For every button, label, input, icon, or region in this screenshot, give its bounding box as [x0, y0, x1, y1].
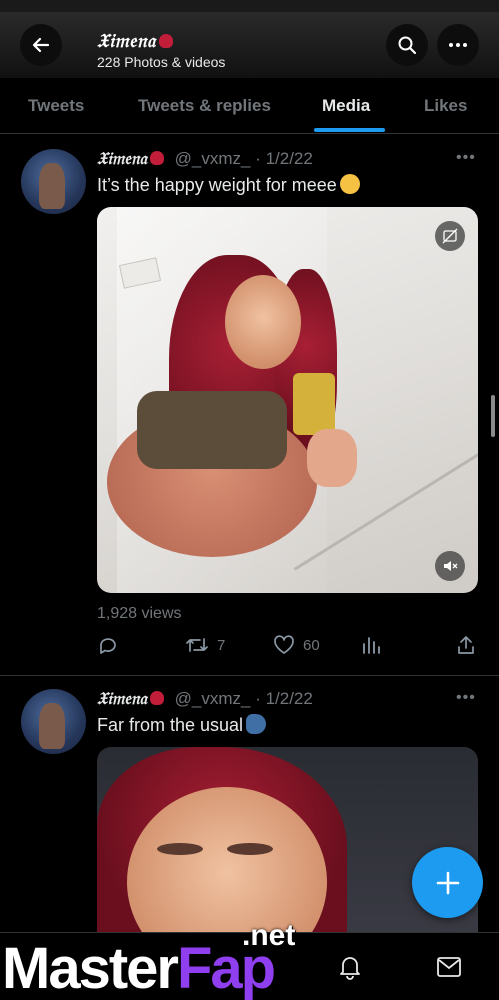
like-button[interactable]: 60 — [273, 635, 320, 655]
tweet-more-button[interactable]: ••• — [456, 689, 476, 707]
phone — [293, 373, 335, 435]
tweet-text: It’s the happy weight for meee — [97, 174, 360, 196]
retweet-button[interactable]: 7 — [185, 635, 225, 655]
bell-icon — [340, 957, 360, 980]
anatomical-heart-emoji-icon — [158, 34, 173, 48]
mute-button[interactable] — [435, 551, 465, 581]
speaking-head-emoji-icon — [246, 714, 267, 734]
tweet-handle[interactable]: @_vxmz_ — [175, 149, 251, 168]
tab-tweets-replies[interactable]: Tweets & replies — [138, 96, 271, 116]
like-icon — [274, 635, 294, 654]
tweet-video[interactable] — [97, 207, 478, 593]
tweet-video[interactable] — [97, 747, 478, 947]
plus-icon — [436, 871, 459, 894]
tab-tweets[interactable]: Tweets — [28, 96, 84, 116]
header-title-block: 𝔛𝔦𝔪𝔢𝔫𝔞 228 Photos & videos — [97, 30, 225, 70]
tab-likes[interactable]: Likes — [424, 96, 467, 116]
retweet-count: 7 — [217, 636, 226, 654]
search-button[interactable] — [386, 24, 428, 66]
like-count: 60 — [303, 636, 320, 654]
eye-right — [227, 843, 273, 855]
tweet-more-button[interactable]: ••• — [456, 149, 476, 167]
anatomical-heart-emoji-icon — [149, 151, 164, 165]
status-bar — [0, 0, 499, 12]
pleading-face-emoji-icon — [339, 174, 360, 194]
analytics-icon — [363, 637, 380, 654]
back-arrow-icon — [32, 37, 50, 53]
top-garment — [137, 391, 287, 469]
compose-tweet-button[interactable] — [412, 847, 483, 918]
header-subtitle: 228 Photos & videos — [97, 54, 226, 70]
profile-header: 𝔛𝔦𝔪𝔢𝔫𝔞 228 Photos & videos — [0, 12, 499, 78]
share-icon — [458, 636, 474, 654]
header-name: 𝔛𝔦𝔪𝔢𝔫𝔞 — [97, 30, 225, 52]
reply-button[interactable] — [97, 635, 119, 657]
avatar[interactable] — [21, 149, 86, 214]
view-count: 1,928 views — [97, 605, 182, 622]
tweet-header: 𝔛𝔦𝔪𝔢𝔫𝔞 @_vxmz_ · 1/2/22 — [97, 149, 313, 169]
back-button[interactable] — [20, 24, 62, 66]
eye-left — [157, 843, 203, 855]
scrollbar[interactable] — [491, 395, 495, 437]
profile-tabs: Tweets Tweets & replies Media Likes — [0, 78, 499, 134]
tab-media[interactable]: Media — [322, 96, 370, 116]
tweet-text-content: It’s the happy weight for meee — [97, 175, 337, 195]
messages-tab[interactable] — [435, 953, 463, 981]
tweet-author-name[interactable]: 𝔛𝔦𝔪𝔢𝔫𝔞 — [97, 149, 147, 169]
anatomical-heart-emoji-icon — [149, 691, 164, 705]
search-icon — [398, 36, 417, 55]
tweet-1[interactable]: 𝔛𝔦𝔪𝔢𝔫𝔞 @_vxmz_ · 1/2/22 ••• It’s the hap… — [0, 135, 499, 675]
analytics-button[interactable] — [361, 635, 381, 655]
notifications-tab[interactable] — [336, 953, 364, 981]
hand — [307, 429, 357, 487]
more-options-button[interactable] — [437, 24, 479, 66]
face — [225, 275, 301, 369]
sensitive-media-icon — [442, 228, 458, 244]
more-icon — [449, 43, 467, 47]
tweet-handle[interactable]: @_vxmz_ — [175, 689, 251, 708]
tweet-text-content: Far from the usual — [97, 715, 244, 735]
retweet-icon — [186, 638, 208, 652]
share-button[interactable] — [456, 635, 476, 655]
mute-icon — [444, 561, 458, 571]
tweet-text: Far from the usual — [97, 714, 267, 736]
sensitive-media-button[interactable] — [435, 221, 465, 251]
bottom-navigation — [0, 932, 499, 1000]
active-tab-indicator — [314, 128, 385, 132]
tweet-author-name[interactable]: 𝔛𝔦𝔪𝔢𝔫𝔞 — [97, 689, 147, 709]
mail-icon — [437, 957, 461, 977]
tweet-actions: 7 60 — [0, 635, 499, 665]
tweet-date: · 1/2/22 — [255, 689, 313, 708]
avatar[interactable] — [21, 689, 86, 754]
header-name-text: 𝔛𝔦𝔪𝔢𝔫𝔞 — [97, 30, 156, 52]
reply-icon — [100, 638, 116, 654]
tweet-header: 𝔛𝔦𝔪𝔢𝔫𝔞 @_vxmz_ · 1/2/22 — [97, 689, 313, 709]
tweet-date: · 1/2/22 — [255, 149, 313, 168]
